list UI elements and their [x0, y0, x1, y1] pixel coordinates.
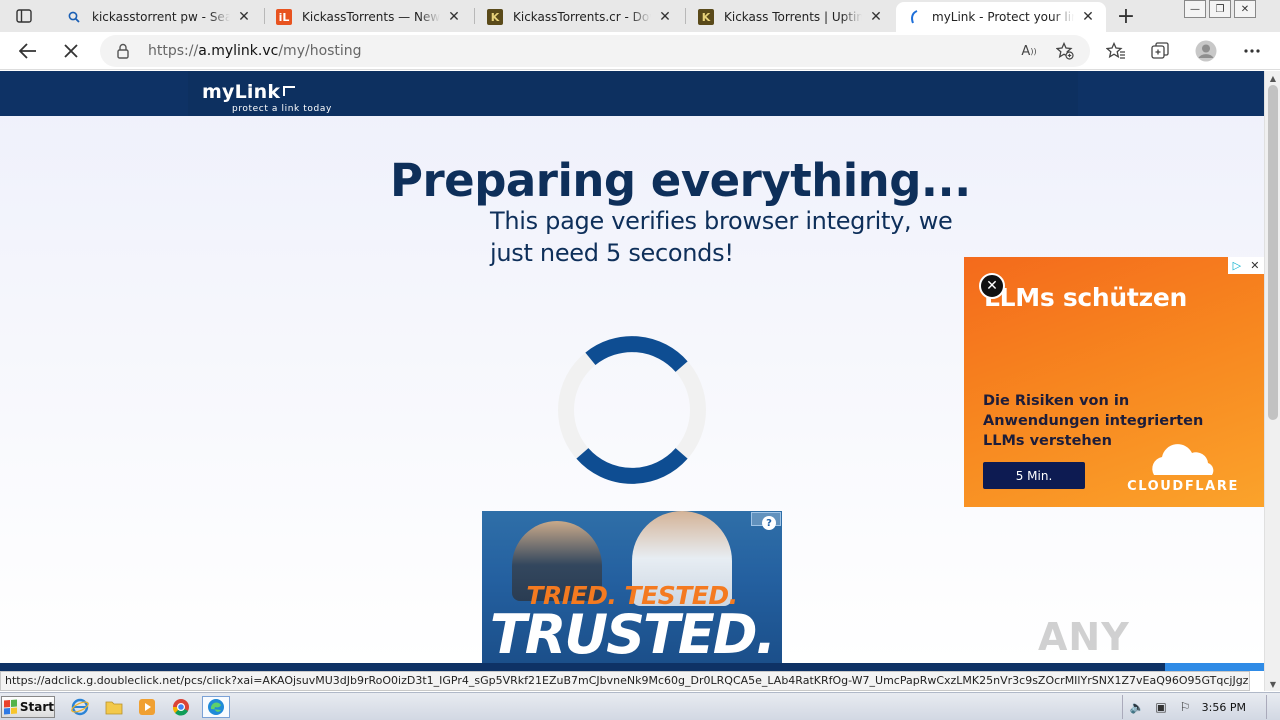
- logo-tagline: protect a link today: [232, 104, 332, 114]
- address-bar[interactable]: https://a.mylink.vc/my/hosting A)): [100, 35, 1090, 67]
- browser-toolbar: https://a.mylink.vc/my/hosting A)): [0, 32, 1280, 70]
- site-header: myLink protect a link today: [0, 71, 1264, 116]
- il-icon: iL: [276, 9, 292, 25]
- ad-info-icon[interactable]: ?: [762, 516, 776, 530]
- windows-logo-icon: [4, 699, 17, 715]
- tab-actions-menu-icon[interactable]: [8, 4, 40, 28]
- tab-mylink[interactable]: myLink - Protect your link ✕: [896, 2, 1106, 32]
- new-tab-plus-icon[interactable]: +: [1114, 4, 1138, 29]
- chrome-icon[interactable]: [169, 696, 193, 718]
- page-footer-strip: [0, 663, 1264, 671]
- close-tab-icon[interactable]: ✕: [1080, 9, 1096, 25]
- page-viewport: myLink protect a link today Preparing ev…: [0, 71, 1264, 663]
- cloudflare-logo: CLOUDFLARE: [1118, 441, 1248, 499]
- internet-explorer-icon[interactable]: [68, 696, 92, 718]
- ad-choices-icon[interactable]: ▷ ✕: [1228, 257, 1264, 274]
- status-url-bar: https://adclick.g.doubleclick.net/pcs/cl…: [0, 671, 1250, 691]
- tab-separator: [685, 8, 686, 24]
- add-favorite-icon[interactable]: [1054, 41, 1076, 61]
- close-tab-icon[interactable]: ✕: [236, 9, 252, 25]
- close-tab-icon[interactable]: ✕: [446, 9, 462, 25]
- tab-kickass-uptime[interactable]: K Kickass Torrents | Uptime ✕: [688, 2, 894, 32]
- logo-name: myLink: [202, 81, 281, 103]
- start-label: Start: [19, 700, 54, 714]
- back-arrow-icon[interactable]: [13, 36, 43, 66]
- scroll-up-icon[interactable]: ▲: [1265, 71, 1280, 85]
- system-tray: 🔈 ▣ ⚐ 3:56 PM: [1122, 695, 1280, 719]
- scroll-down-icon[interactable]: ▼: [1265, 677, 1280, 691]
- stop-loading-icon[interactable]: [56, 36, 86, 66]
- tab-title: Kickass Torrents | Uptime: [724, 10, 862, 24]
- mylink-logo[interactable]: myLink protect a link today: [202, 81, 331, 114]
- close-tab-icon[interactable]: ✕: [868, 9, 884, 25]
- lock-icon[interactable]: [116, 43, 132, 59]
- file-explorer-icon[interactable]: [102, 696, 126, 718]
- clock[interactable]: 3:56 PM: [1202, 701, 1246, 714]
- profile-avatar-icon[interactable]: [1191, 36, 1221, 66]
- network-icon[interactable]: ▣: [1153, 699, 1169, 715]
- close-window-icon[interactable]: ✕: [1234, 0, 1256, 18]
- tab-kickasstorrents-cr[interactable]: K KickassTorrents.cr - Downl ✕: [477, 2, 683, 32]
- page-subtitle: This page verifies browser integrity, we…: [490, 207, 953, 267]
- restore-window-icon[interactable]: ❐: [1209, 0, 1231, 18]
- show-desktop-button[interactable]: [1266, 695, 1280, 719]
- minimize-window-icon[interactable]: —: [1184, 0, 1206, 18]
- close-tab-icon[interactable]: ✕: [657, 9, 673, 25]
- kat-icon: K: [698, 9, 714, 25]
- action-center-flag-icon[interactable]: ⚐: [1177, 699, 1193, 715]
- collections-icon[interactable]: [1145, 36, 1175, 66]
- mylink-icon: [906, 9, 922, 25]
- read-aloud-icon[interactable]: A)): [1018, 41, 1040, 61]
- scrollbar-thumb[interactable]: [1268, 85, 1278, 420]
- tab-kickasstorrent-search[interactable]: kickasstorrent pw - Search ✕: [56, 2, 262, 32]
- ad-cta-button[interactable]: 5 Min.: [983, 462, 1085, 489]
- page-footer-button[interactable]: [1165, 663, 1264, 671]
- banner-ad-cloudflare[interactable]: LLMs schützen Die Risiken von in Anwendu…: [964, 257, 1264, 507]
- site-header-inner: myLink protect a link today: [188, 71, 1078, 116]
- watermark-text: ANY RUN: [1038, 615, 1132, 663]
- page-scrollbar[interactable]: ▲ ▼: [1264, 71, 1280, 691]
- ad-tagline: TRUSTED.: [489, 603, 776, 663]
- anyrun-watermark: ANY RUN: [1038, 609, 1238, 663]
- ad-brand: CLOUDFLARE: [1127, 479, 1239, 494]
- favorites-icon[interactable]: [1101, 36, 1131, 66]
- tab-strip: kickasstorrent pw - Search ✕ iL KickassT…: [0, 0, 1280, 32]
- media-player-icon[interactable]: [135, 696, 159, 718]
- ad-title: LLMs schützen: [984, 283, 1187, 312]
- page-title: Preparing everything...: [390, 154, 971, 207]
- start-button[interactable]: Start: [1, 696, 55, 718]
- tab-title: KickassTorrents.cr - Downl: [513, 10, 651, 24]
- cloud-icon: [1152, 444, 1214, 475]
- close-ad-icon[interactable]: ✕: [979, 273, 1005, 299]
- edge-icon[interactable]: [202, 696, 230, 718]
- kat-icon: K: [487, 9, 503, 25]
- loading-spinner-icon: [558, 336, 706, 484]
- tab-separator: [474, 8, 475, 24]
- tab-title: myLink - Protect your link: [932, 10, 1074, 24]
- tab-separator: [264, 8, 265, 24]
- logo-mark-icon: [283, 86, 296, 96]
- tab-title: KickassTorrents — New W: [302, 10, 440, 24]
- taskbar: Start 🔈 ▣ ⚐ 3:56 PM: [0, 692, 1280, 720]
- search-icon: [66, 9, 82, 25]
- more-options-icon[interactable]: [1237, 36, 1267, 66]
- volume-icon[interactable]: 🔈: [1129, 699, 1145, 715]
- tab-kickasstorrents-new[interactable]: iL KickassTorrents — New W ✕: [266, 2, 472, 32]
- tab-title: kickasstorrent pw - Search: [92, 10, 230, 24]
- banner-ad-trusted[interactable]: TRIED. TESTED. TRUSTED. ?: [482, 511, 782, 663]
- url-text[interactable]: https://a.mylink.vc/my/hosting: [148, 43, 362, 59]
